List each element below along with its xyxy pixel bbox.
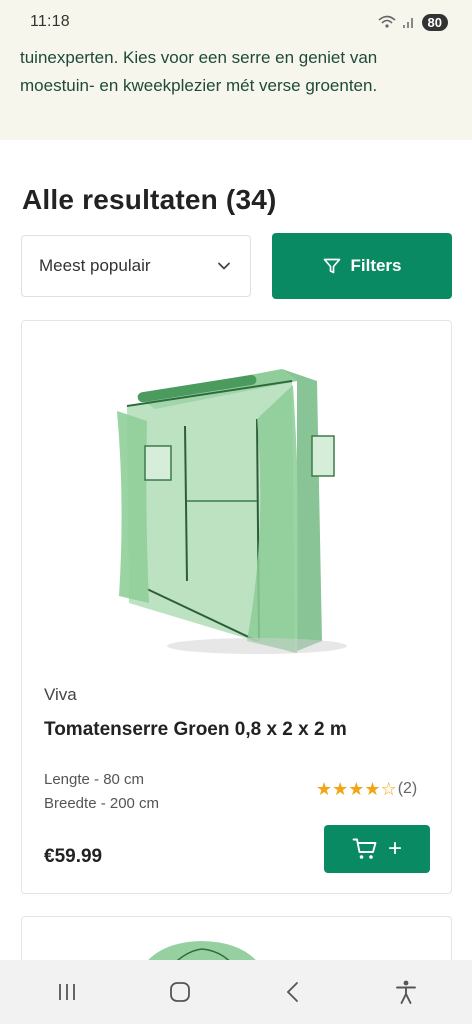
sort-selected-value: Meest populair [39, 256, 151, 275]
signal-icon [402, 18, 413, 28]
star-icon: ★ [364, 779, 381, 799]
star-icon: ★ [316, 779, 333, 799]
accessibility-icon [395, 980, 416, 1004]
star-half-icon: ☆ [380, 779, 397, 799]
add-to-cart-button[interactable]: + [324, 825, 430, 873]
results-title: Alle resultaten (34) [22, 184, 277, 215]
status-bar: 11:18 80 [0, 0, 472, 44]
home-icon [169, 982, 190, 1002]
rating-count: (2) [397, 780, 418, 797]
filter-icon [324, 258, 341, 274]
product-card[interactable]: Viva Tomatenserre Groen 0,8 x 2 x 2 m Le… [21, 320, 452, 894]
filters-button[interactable]: Filters [272, 233, 452, 299]
recent-apps-button[interactable] [43, 968, 91, 1016]
chevron-down-icon [218, 262, 230, 270]
product-price: €59.99 [44, 846, 103, 867]
intro-line-2: moestuin- en kweekplezier mét verse groe… [20, 76, 378, 95]
spec-width: Breedte - 200 cm [44, 795, 160, 812]
back-icon [286, 982, 298, 1002]
recent-apps-icon [58, 984, 75, 1000]
cart-plus-sign: + [387, 835, 402, 862]
shopping-cart-icon [352, 838, 377, 859]
product-image-greenhouse[interactable] [107, 341, 377, 661]
wifi-icon [378, 15, 396, 28]
sort-select[interactable]: Meest populair [21, 235, 251, 297]
product-title[interactable]: Tomatenserre Groen 0,8 x 2 x 2 m [44, 719, 347, 741]
intro-line-1: tuinexperten. Kies voor een serre en gen… [20, 48, 378, 67]
product-brand: Viva [44, 685, 77, 704]
status-icons: 80 [378, 13, 448, 31]
home-button[interactable] [156, 968, 204, 1016]
star-icon: ★ [348, 779, 365, 799]
star-icon: ★ [332, 779, 349, 799]
battery-indicator: 80 [421, 13, 448, 31]
back-button[interactable] [269, 968, 317, 1016]
category-intro: tuinexperten. Kies voor een serre en gen… [0, 44, 472, 140]
spec-length: Lengte - 80 cm [44, 771, 145, 788]
system-nav-bar [0, 960, 472, 1024]
filters-label: Filters [350, 256, 402, 275]
accessibility-button[interactable] [382, 968, 430, 1016]
status-time: 11:18 [30, 13, 70, 30]
product-rating: ★ ★ ★ ★ ☆ (2) [316, 780, 417, 798]
